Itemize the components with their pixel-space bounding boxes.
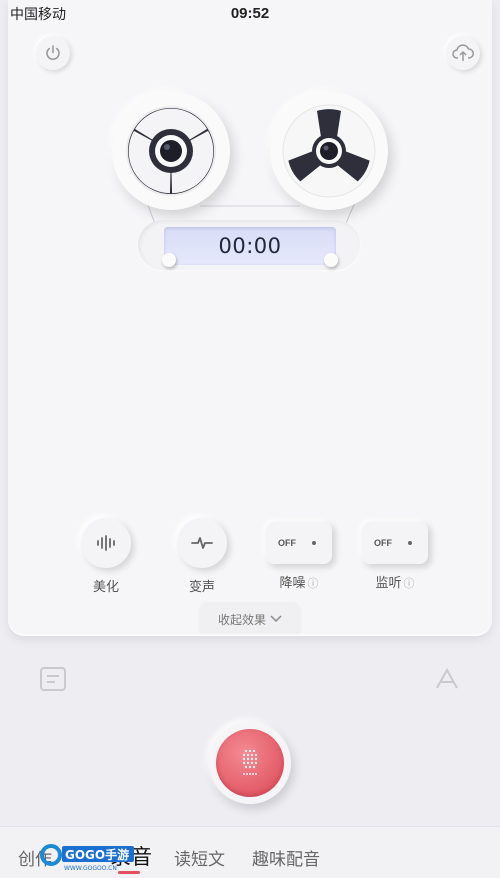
- monitor-text: 监听: [375, 575, 402, 590]
- noise-reduction-label: 降噪 ⓘ: [264, 572, 334, 591]
- toggle-dot: [312, 541, 316, 545]
- watermark-text: GOGO手游: [65, 847, 129, 862]
- effect-noise-reduction: OFF 降噪 ⓘ: [264, 518, 334, 591]
- collapse-effects-button[interactable]: 收起效果: [200, 604, 300, 634]
- clock: 09:52: [230, 4, 270, 22]
- info-icon[interactable]: ⓘ: [308, 578, 319, 590]
- voice-change-label: 变声: [188, 579, 215, 594]
- tape-guide-pin: [324, 253, 338, 267]
- noise-reduction-toggle[interactable]: OFF: [266, 522, 332, 564]
- toggle-state: OFF: [278, 538, 296, 548]
- tab-fun-dubbing[interactable]: 趣味配音: [252, 845, 320, 870]
- monitor-label: 监听 ⓘ: [360, 572, 430, 591]
- monitor-toggle[interactable]: OFF: [362, 522, 428, 564]
- reel-spokes-icon: [282, 104, 376, 198]
- watermark-url: WWW.GOGOO.CN: [64, 865, 117, 872]
- noise-reduction-text: 降噪: [279, 575, 306, 590]
- pulse-icon: [191, 537, 213, 549]
- import-audio-icon[interactable]: [38, 664, 68, 694]
- beautify-label: 美化: [92, 579, 119, 594]
- watermark-logo: GOGO手游 WWW.GOGOO.CN: [40, 844, 134, 872]
- carrier-label: 中国移动: [10, 6, 66, 22]
- voice-change-button[interactable]: [177, 518, 227, 568]
- collapse-effects-label: 收起效果: [217, 612, 266, 627]
- record-button-core[interactable]: [216, 729, 284, 797]
- beautify-button[interactable]: [81, 518, 131, 568]
- toggle-state: OFF: [374, 538, 392, 548]
- chevron-down-icon: [270, 615, 282, 623]
- effect-voice-change[interactable]: 变声: [172, 518, 232, 595]
- audio-list-icon[interactable]: [432, 664, 462, 694]
- info-icon[interactable]: ⓘ: [404, 578, 415, 590]
- effect-monitor: OFF 监听 ⓘ: [360, 518, 430, 591]
- left-tape-reel: [112, 92, 230, 210]
- effect-beautify[interactable]: 美化: [76, 518, 136, 595]
- tape-guide-pin: [162, 253, 176, 267]
- waveform-icon: [97, 535, 115, 551]
- toggle-dot: [408, 541, 412, 545]
- reel-spokes-icon: [126, 106, 216, 196]
- right-tape-reel: [270, 92, 388, 210]
- record-button[interactable]: [209, 722, 291, 804]
- tab-read-short-text[interactable]: 读短文: [174, 845, 225, 870]
- status-bar: 中国移动 09:52: [0, 0, 500, 26]
- microphone-icon: [242, 749, 258, 775]
- recording-timer: 00:00: [164, 227, 336, 265]
